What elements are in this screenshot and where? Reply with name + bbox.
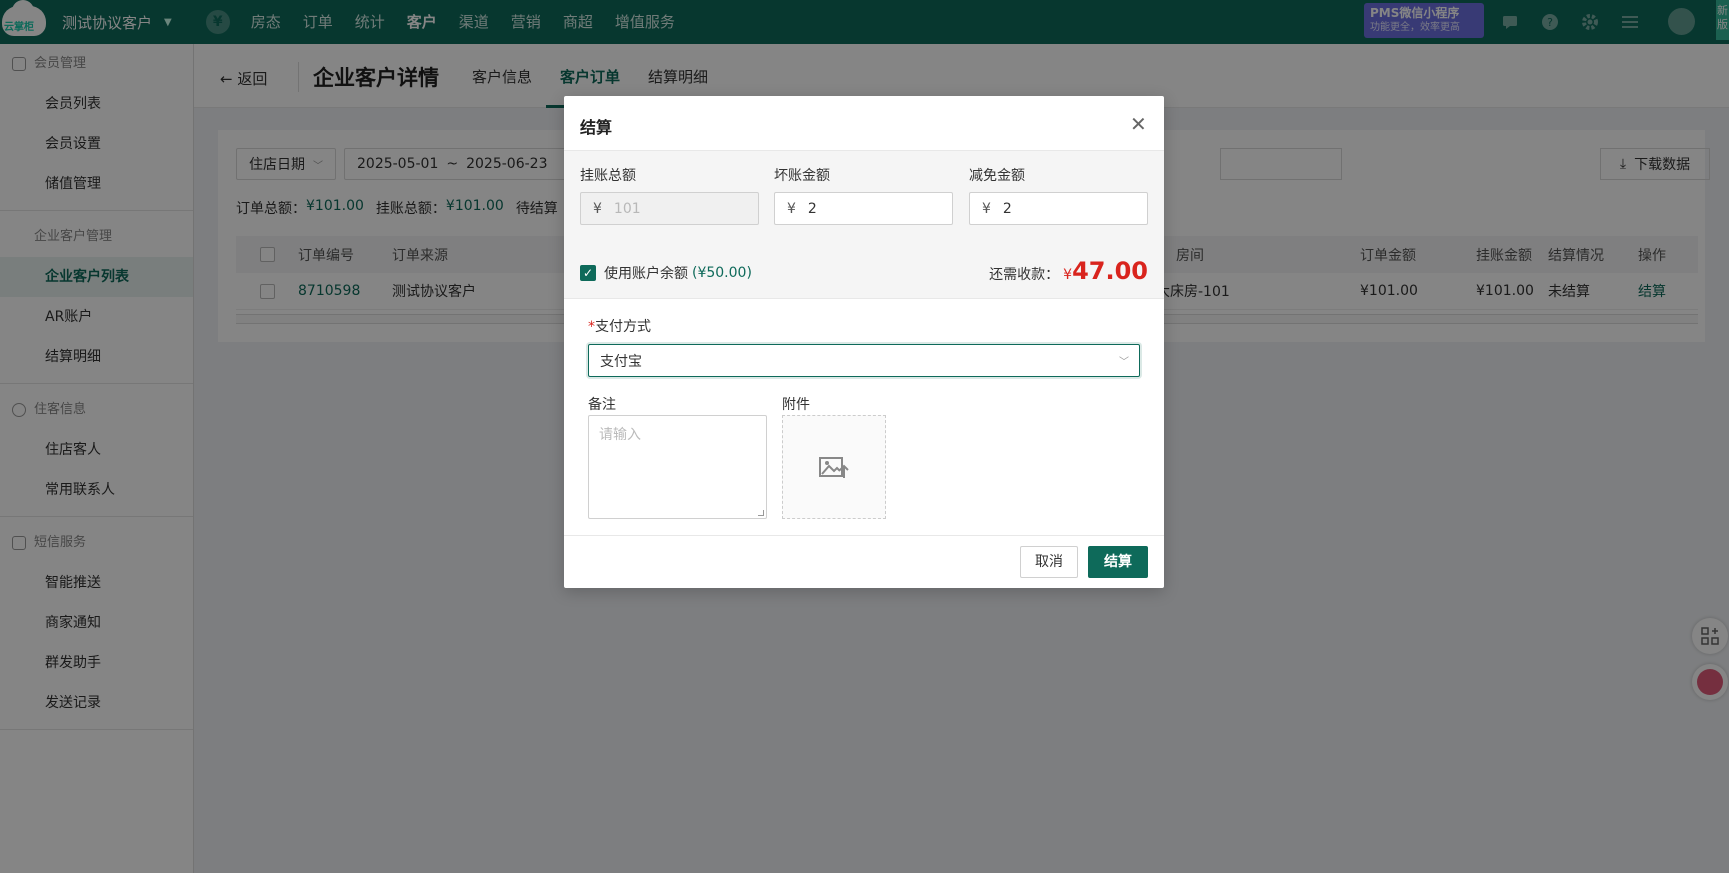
hang-total-input: ¥ 101 bbox=[580, 192, 759, 225]
cancel-button[interactable]: 取消 bbox=[1020, 546, 1078, 578]
image-upload-icon bbox=[819, 457, 849, 478]
pay-method-label: *支付方式 bbox=[588, 316, 651, 336]
use-balance-label: 使用账户余额 bbox=[604, 266, 688, 282]
pay-method-label-text: 支付方式 bbox=[595, 319, 651, 335]
attachment-upload[interactable] bbox=[782, 415, 886, 519]
currency-prefix: ¥ bbox=[787, 200, 796, 217]
chevron-down-icon: ﹀ bbox=[1119, 357, 1129, 368]
currency-prefix: ¥ bbox=[593, 200, 602, 217]
discount-value: 2 bbox=[1002, 200, 1012, 217]
resize-handle-icon[interactable] bbox=[758, 510, 764, 516]
logo-text: 云掌柜 bbox=[4, 22, 34, 33]
discount-input[interactable]: ¥ 2 bbox=[969, 192, 1148, 225]
amount-section: 挂账总额 ¥ 101 坏账金额 ¥ 2 减免金额 ¥ 2 ✓ 使用账户余额 (¥… bbox=[564, 151, 1164, 299]
bad-debt-label: 坏账金额 bbox=[774, 168, 830, 184]
bad-debt-input[interactable]: ¥ 2 bbox=[774, 192, 953, 225]
close-icon[interactable]: ✕ bbox=[1130, 112, 1147, 136]
modal-title: 结算 bbox=[580, 118, 613, 137]
bad-debt-value: 2 bbox=[807, 200, 817, 217]
amount-due-label: 还需收款： bbox=[989, 267, 1060, 283]
pay-method-select[interactable]: 支付宝 ﹀ bbox=[588, 344, 1140, 377]
modal-footer: 取消 结算 bbox=[564, 535, 1164, 588]
settle-button[interactable]: 结算 bbox=[1088, 546, 1148, 578]
amount-due: 还需收款： ¥ 47.00 bbox=[989, 257, 1148, 285]
hang-total-placeholder: 101 bbox=[613, 200, 641, 217]
currency-prefix: ¥ bbox=[982, 200, 991, 217]
required-mark: * bbox=[588, 319, 595, 335]
balance-value: (¥50.00) bbox=[692, 265, 752, 281]
settle-modal: 结算 ✕ 挂账总额 ¥ 101 坏账金额 ¥ 2 减免金额 ¥ 2 ✓ 使用账户… bbox=[564, 96, 1164, 588]
remark-textarea[interactable]: 请输入 bbox=[588, 415, 767, 519]
modal-header: 结算 ✕ bbox=[564, 96, 1164, 151]
remark-placeholder: 请输入 bbox=[599, 427, 641, 443]
attachment-label: 附件 bbox=[782, 397, 810, 413]
check-icon: ✓ bbox=[580, 265, 596, 281]
use-balance-checkbox[interactable]: ✓ 使用账户余额 (¥50.00) bbox=[580, 263, 752, 283]
discount-label: 减免金额 bbox=[969, 168, 1025, 184]
hang-total-label: 挂账总额 bbox=[580, 168, 636, 184]
amount-due-currency: ¥ bbox=[1063, 267, 1073, 283]
remark-label: 备注 bbox=[588, 397, 616, 413]
pay-method-value: 支付宝 bbox=[600, 353, 642, 370]
amount-due-value: 47.00 bbox=[1072, 257, 1148, 285]
